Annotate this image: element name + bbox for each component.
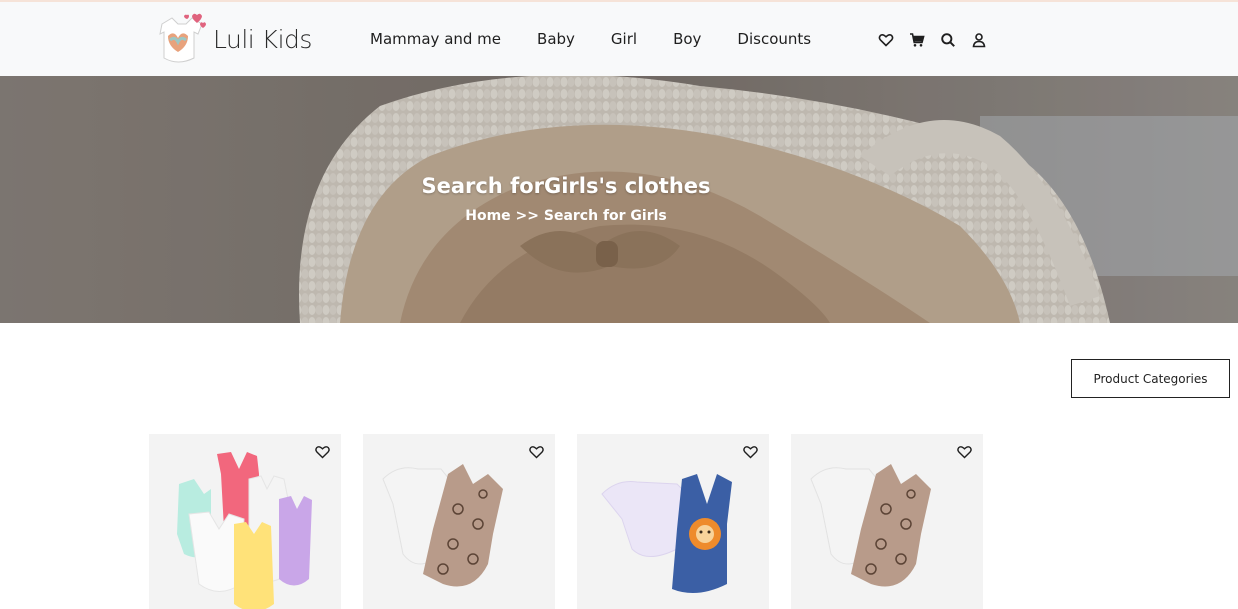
heart-icon[interactable]	[742, 444, 759, 460]
nav-item-mammay-and-me[interactable]: Mammay and me	[370, 30, 501, 48]
product-image	[382, 464, 503, 587]
nav-item-boy[interactable]: Boy	[673, 30, 701, 48]
hero-title: Search forGirls's clothes	[421, 174, 711, 198]
breadcrumb-current: Search for Girls	[543, 208, 667, 224]
site-header: Luli Kids Mammay and me Baby Girl Boy Di…	[0, 0, 1238, 76]
page: Luli Kids Mammay and me Baby Girl Boy Di…	[0, 0, 1238, 609]
cart-icon[interactable]	[909, 32, 925, 48]
product-image	[601, 474, 732, 593]
hero-background-image	[0, 76, 1238, 323]
product-image	[177, 452, 312, 609]
brand-logo[interactable]: Luli Kids	[148, 10, 312, 68]
breadcrumb-separator: >>	[515, 208, 539, 224]
heart-icon[interactable]	[314, 444, 331, 460]
heart-icon[interactable]	[956, 444, 973, 460]
product-card[interactable]	[363, 434, 555, 609]
nav-item-baby[interactable]: Baby	[537, 30, 575, 48]
product-image	[810, 464, 931, 587]
nav-item-girl[interactable]: Girl	[611, 30, 637, 48]
breadcrumb: Home >> Search for Girls	[0, 208, 1132, 224]
product-card[interactable]	[791, 434, 983, 609]
main-nav: Mammay and me Baby Girl Boy Discounts	[370, 30, 811, 48]
header-icons	[878, 32, 1002, 48]
nav-item-discounts[interactable]: Discounts	[737, 30, 811, 48]
logo-bodysuit-icon	[159, 13, 206, 63]
breadcrumb-home[interactable]: Home	[465, 208, 510, 224]
product-card[interactable]	[577, 434, 769, 609]
heart-icon[interactable]	[528, 444, 545, 460]
brand-name: Luli Kids	[213, 24, 312, 54]
product-card[interactable]	[149, 434, 341, 609]
heart-icon[interactable]	[878, 32, 894, 48]
hero-banner: Search forGirls's clothes Home >> Search…	[0, 76, 1238, 323]
user-icon[interactable]	[971, 32, 987, 48]
search-icon[interactable]	[940, 32, 956, 48]
product-categories-button[interactable]: Product Categories	[1071, 359, 1230, 398]
